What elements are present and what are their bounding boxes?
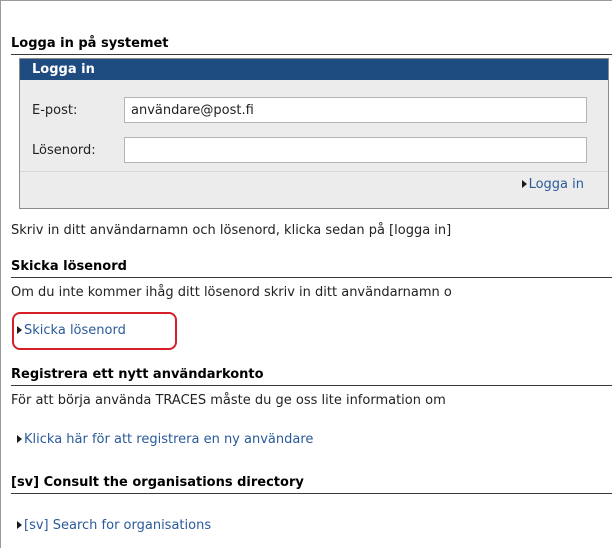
- login-link-label: Logga in: [528, 177, 584, 192]
- login-panel: Logga in E-post: Lösenord: Logga in: [19, 58, 609, 209]
- arrow-right-icon: [521, 180, 527, 188]
- search-organisations-link[interactable]: [sv] Search for organisations: [17, 518, 211, 533]
- password-section-text: Om du inte kommer ihåg ditt lösenord skr…: [11, 285, 452, 300]
- register-user-label: Klicka här för att registrera en ny anvä…: [24, 432, 314, 447]
- email-field[interactable]: [124, 97, 587, 123]
- panel-divider: [20, 171, 608, 172]
- arrow-right-icon: [17, 435, 22, 443]
- login-panel-header: Logga in: [20, 59, 608, 80]
- register-section-text: För att börja använda TRACES måste du ge…: [11, 393, 446, 408]
- page-frame: Logga in på systemet Logga in E-post: Lö…: [0, 0, 612, 548]
- password-section-title: Skicka lösenord: [11, 259, 612, 278]
- send-password-link[interactable]: Skicka lösenord: [17, 323, 126, 338]
- login-help-text: Skriv in ditt användarnamn och lösenord,…: [11, 223, 452, 238]
- search-organisations-label: [sv] Search for organisations: [24, 518, 212, 533]
- send-password-label: Skicka lösenord: [24, 323, 126, 338]
- arrow-right-icon: [17, 326, 22, 334]
- register-user-link[interactable]: Klicka här för att registrera en ny anvä…: [17, 432, 313, 447]
- arrow-right-icon: [17, 521, 22, 529]
- register-section-title: Registrera ett nytt användarkonto: [11, 367, 612, 386]
- password-field[interactable]: [124, 137, 587, 163]
- directory-section-title: [sv] Consult the organisations directory: [11, 475, 612, 494]
- password-label: Lösenord:: [32, 143, 96, 158]
- email-label: E-post:: [32, 103, 78, 118]
- login-section-title: Logga in på systemet: [11, 36, 612, 55]
- login-link[interactable]: Logga in: [521, 177, 584, 192]
